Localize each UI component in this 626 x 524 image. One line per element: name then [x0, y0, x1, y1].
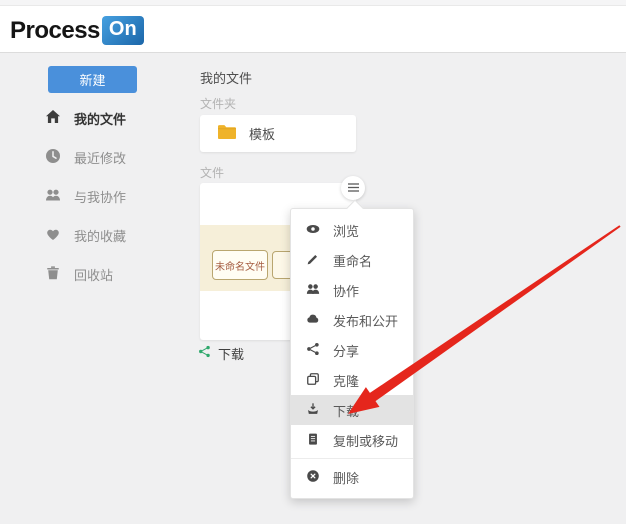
delete-icon	[306, 469, 320, 486]
pencil-icon	[306, 252, 320, 269]
eye-icon	[306, 222, 320, 239]
sidebar-item-shared-with-me[interactable]: 与我协作	[45, 186, 195, 206]
copy-icon	[306, 432, 320, 449]
logo-text-on: On	[101, 16, 144, 45]
sidebar-item-favorites[interactable]: 我的收藏	[45, 225, 195, 245]
menu-item-copy-or-move[interactable]: 复制或移动	[291, 425, 413, 455]
menu-item-label: 分享	[333, 343, 360, 359]
download-icon	[306, 402, 320, 419]
sidebar-item-label: 我的收藏	[74, 228, 127, 244]
menu-item-collaborate[interactable]: 协作	[291, 275, 413, 305]
menu-item-clone[interactable]: 克隆	[291, 365, 413, 395]
menu-item-view[interactable]: 浏览	[291, 215, 413, 245]
processon-file-manager: Process On 新建 我的文件 最近修改 与我协作 我的收藏 回收站 我的…	[0, 0, 626, 524]
hamburger-menu-icon	[347, 179, 359, 197]
app-header: Process On	[0, 0, 626, 53]
trash-icon	[45, 265, 61, 284]
menu-item-label: 重命名	[333, 253, 373, 269]
folder-icon	[217, 123, 237, 145]
processon-logo[interactable]: Process On	[10, 16, 144, 45]
sidebar-item-label: 回收站	[74, 267, 114, 283]
sidebar-item-label: 我的文件	[74, 111, 127, 127]
people-icon	[45, 187, 61, 206]
clock-icon	[45, 148, 61, 167]
menu-item-label: 克隆	[333, 373, 360, 389]
menu-item-label: 协作	[333, 283, 360, 299]
people-icon	[306, 282, 320, 299]
menu-item-label: 下载	[333, 403, 360, 419]
sidebar-item-trash[interactable]: 回收站	[45, 264, 195, 284]
heart-icon	[45, 226, 61, 245]
file-card-menu-button[interactable]	[341, 176, 365, 200]
window-top-strip	[0, 0, 626, 6]
folder-card-templates[interactable]: 模板	[200, 115, 356, 152]
share-icon	[306, 342, 320, 359]
sidebar-nav: 我的文件 最近修改 与我协作 我的收藏 回收站	[45, 108, 195, 303]
folder-name: 模板	[249, 127, 276, 142]
menu-item-label: 发布和公开	[333, 313, 399, 329]
sidebar-item-recent[interactable]: 最近修改	[45, 147, 195, 167]
menu-item-delete[interactable]: 删除	[291, 462, 413, 492]
file-name: 下载	[218, 347, 245, 362]
sidebar-item-label: 最近修改	[74, 150, 127, 166]
menu-divider	[291, 458, 413, 459]
file-context-menu: 浏览 重命名 协作 发布和公开 分享 克隆 下载 复制或移动 删除	[290, 208, 414, 499]
page-title: 我的文件	[200, 71, 253, 86]
home-icon	[45, 109, 61, 128]
menu-item-label: 删除	[333, 470, 360, 486]
sidebar-item-label: 与我协作	[74, 189, 127, 205]
file-meta-row[interactable]: 下载	[198, 344, 244, 363]
new-file-button[interactable]: 新建	[48, 66, 137, 93]
file-thumbnail-node: 未命名文件	[212, 250, 268, 280]
menu-item-label: 浏览	[333, 223, 360, 239]
flowchart-share-icon	[198, 345, 211, 363]
logo-text-process: Process	[10, 16, 100, 44]
files-section-label: 文件	[200, 166, 225, 180]
folders-section-label: 文件夹	[200, 97, 237, 111]
cloud-icon	[306, 312, 320, 329]
menu-item-download[interactable]: 下载	[291, 395, 413, 425]
menu-item-rename[interactable]: 重命名	[291, 245, 413, 275]
menu-item-label: 复制或移动	[333, 433, 399, 449]
menu-item-publish[interactable]: 发布和公开	[291, 305, 413, 335]
clone-icon	[306, 372, 320, 389]
menu-item-share[interactable]: 分享	[291, 335, 413, 365]
sidebar-item-my-files[interactable]: 我的文件	[45, 108, 195, 128]
